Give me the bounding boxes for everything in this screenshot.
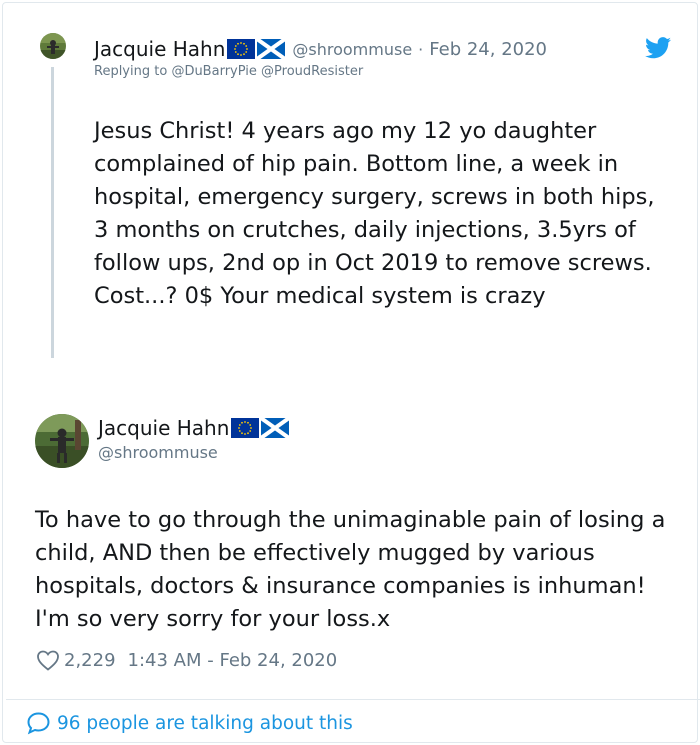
scotland-flag-icon: [261, 418, 290, 438]
tweet-timestamp[interactable]: 1:43 AM - Feb 24, 2020: [128, 650, 338, 671]
reply-author-name[interactable]: Jacquie Hahn: [98, 416, 229, 440]
reply-handle[interactable]: @shroommuse: [98, 443, 218, 462]
speech-bubble-icon: [26, 711, 51, 735]
parent-author-name[interactable]: Jacquie Hahn: [94, 37, 225, 61]
eu-flag-icon: [227, 39, 256, 59]
reply-mentions[interactable]: @DuBarryPie @ProudResister: [171, 64, 363, 79]
scotland-flag-icon: [257, 39, 286, 59]
replying-to-line: Replying to @DuBarryPie @ProudResister: [94, 64, 363, 79]
parent-avatar[interactable]: [40, 33, 66, 59]
parent-handle[interactable]: @shroommuse: [292, 40, 412, 59]
reply-author-row: Jacquie Hahn: [98, 416, 290, 440]
like-count[interactable]: 2,229: [64, 650, 116, 671]
parent-date[interactable]: Feb 24, 2020: [429, 39, 547, 60]
heart-icon[interactable]: [36, 649, 60, 671]
eu-flag-icon: [231, 418, 260, 438]
replying-to-label: Replying to: [94, 64, 168, 79]
footer-divider: [6, 699, 700, 700]
parent-tweet-header: Jacquie Hahn @shroommuse · Feb 24, 2020: [94, 36, 547, 62]
header-separator: ·: [418, 39, 424, 59]
reply-tweet-text: To have to go through the unimaginable p…: [35, 507, 666, 632]
conversation-link[interactable]: 96 people are talking about this: [26, 710, 353, 736]
reply-avatar[interactable]: [35, 414, 89, 468]
embedded-tweet-card: Jacquie Hahn @shroommuse · Feb 24, 2020: [2, 2, 700, 743]
twitter-bird-icon[interactable]: [645, 37, 671, 59]
thread-connector-line: [51, 67, 54, 358]
parent-tweet-text: Jesus Christ! 4 years ago my 12 yo daugh…: [94, 118, 655, 309]
tweet-meta-row: 2,229 1:43 AM - Feb 24, 2020: [36, 648, 337, 672]
conversation-count-label[interactable]: 96 people are talking about this: [57, 713, 353, 734]
